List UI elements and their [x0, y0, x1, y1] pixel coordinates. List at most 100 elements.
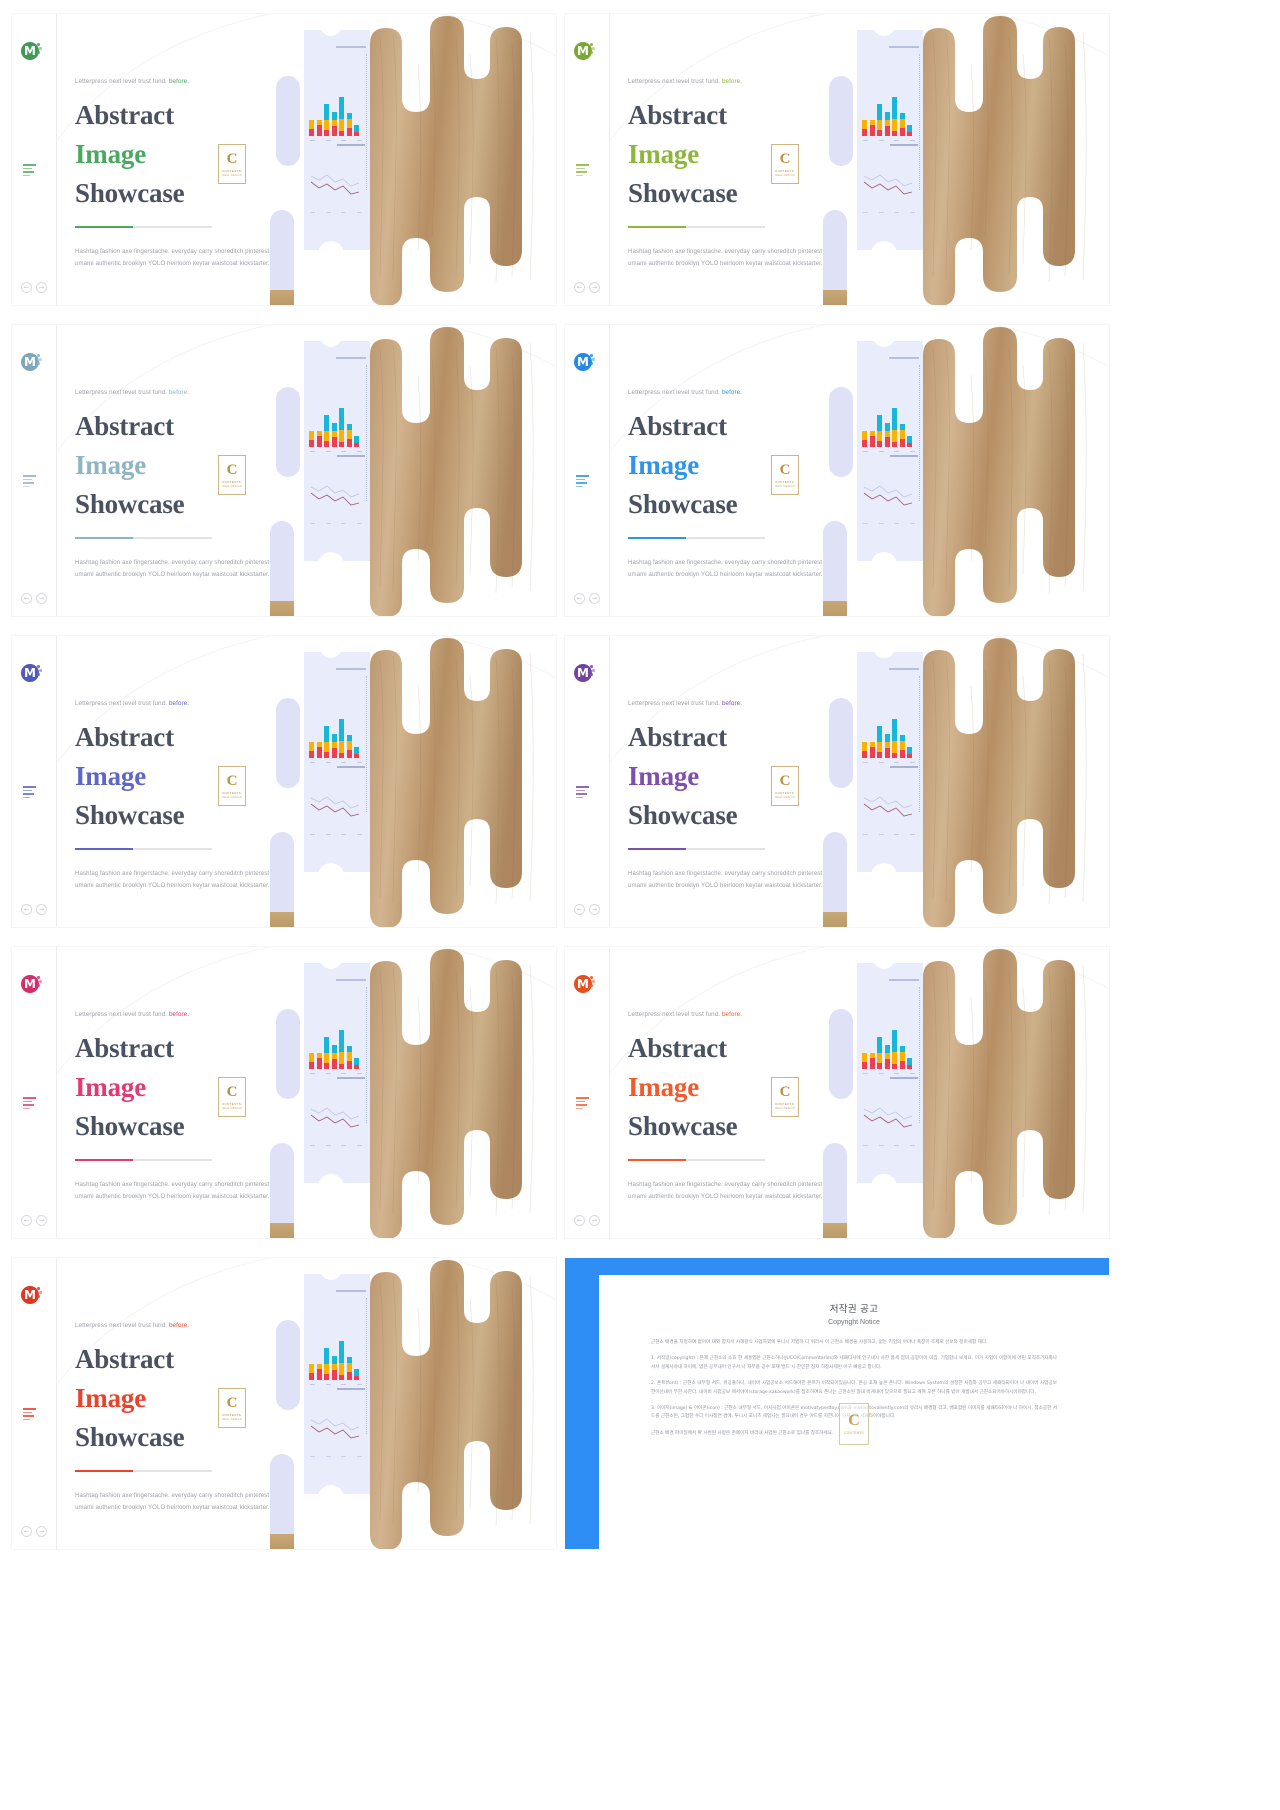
eyebrow-suffix: before. [720, 700, 743, 707]
nav-next-button[interactable]: → [589, 904, 600, 915]
rail-menu-icon[interactable] [576, 164, 590, 178]
rail-menu-icon[interactable] [23, 164, 37, 178]
rail-menu-icon[interactable] [576, 475, 590, 489]
eyebrow-prefix: Letterpress next level trust fund. [75, 78, 168, 85]
nav-next-button[interactable]: → [36, 1215, 47, 1226]
slide-left-rail: M [12, 947, 57, 1238]
slide-left-rail: M [12, 325, 57, 616]
accent-divider: .rule-8::before{background:#e8432e} [75, 1470, 212, 1472]
nav-prev-button[interactable]: ← [21, 1215, 32, 1226]
nav-next-button[interactable]: → [589, 282, 600, 293]
rail-menu-icon[interactable] [23, 786, 37, 800]
eyebrow-prefix: Letterpress next level trust fund. [75, 700, 168, 707]
nav-next-button[interactable]: → [589, 593, 600, 604]
wood-texture-shape [370, 638, 534, 927]
headline-line-2: Image [628, 761, 699, 791]
nav-next-button[interactable]: → [589, 1215, 600, 1226]
divider-accent-fill [628, 1159, 686, 1161]
nav-prev-button[interactable]: ← [21, 593, 32, 604]
brand-logo[interactable]: M [574, 42, 596, 64]
card-axis [366, 1298, 367, 1434]
blurb-line-1: Hashtag fashion axe fingerstache. everyd… [628, 248, 823, 255]
slide-card-red[interactable]: M ← → Letterpress next level trust fund.… [12, 1258, 556, 1549]
divider-accent-fill [628, 226, 686, 228]
nav-prev-button[interactable]: ← [21, 282, 32, 293]
nav-prev-button[interactable]: ← [21, 1526, 32, 1537]
slide-blurb: Hashtag fashion axe fingerstache. everyd… [628, 557, 843, 581]
nav-next-button[interactable]: → [36, 1526, 47, 1537]
eyebrow-prefix: Letterpress next level trust fund. [628, 700, 721, 707]
slide-card-orange[interactable]: M ← → Letterpress next level trust fund.… [565, 947, 1109, 1238]
nav-prev-button[interactable]: ← [574, 282, 585, 293]
nav-prev-button[interactable]: ← [574, 1215, 585, 1226]
slide-nav-controls[interactable]: ← → [574, 904, 600, 915]
rail-menu-icon[interactable] [576, 786, 590, 800]
nav-next-button[interactable]: → [36, 593, 47, 604]
blurb-line-1: Hashtag fashion axe fingerstache. everyd… [75, 559, 270, 566]
nav-next-button[interactable]: → [36, 282, 47, 293]
slide-nav-controls[interactable]: ← → [21, 593, 47, 604]
card-axis [366, 987, 367, 1123]
eyebrow-suffix: before. [167, 78, 190, 85]
slide-nav-controls[interactable]: ← → [21, 282, 47, 293]
slide-nav-controls[interactable]: ← → [574, 1215, 600, 1226]
nav-prev-button[interactable]: ← [574, 593, 585, 604]
rail-menu-icon[interactable] [23, 1408, 37, 1422]
headline-line-3: Showcase [75, 800, 185, 830]
eyebrow-suffix: before. [720, 1011, 743, 1018]
nav-next-button[interactable]: → [36, 904, 47, 915]
slide-nav-controls[interactable]: ← → [574, 282, 600, 293]
card-title-bar [336, 1290, 366, 1292]
brand-logo[interactable]: M [574, 353, 596, 375]
rail-menu-icon[interactable] [23, 1097, 37, 1111]
slide-eyebrow: Letterpress next level trust fund. befor… [75, 389, 325, 396]
card-subtitle-bar [890, 144, 918, 146]
brand-logo[interactable]: M [21, 353, 43, 375]
slide-headline: Abstract Image Showcase [628, 96, 878, 213]
slide-nav-controls[interactable]: ← → [21, 1526, 47, 1537]
rail-menu-icon[interactable] [576, 1097, 590, 1111]
brand-logo[interactable]: M [21, 1286, 43, 1308]
chart-bar [354, 1058, 359, 1069]
blurb-line-2: umami authentic brooklyn YOLO heirloom k… [75, 1504, 270, 1511]
slide-nav-controls[interactable]: ← → [21, 1215, 47, 1226]
chart-bar [331, 1045, 337, 1069]
wood-artwork [913, 636, 1109, 927]
brand-logo[interactable]: M [574, 664, 596, 686]
nav-prev-button[interactable]: ← [574, 904, 585, 915]
chart-bar [884, 734, 890, 758]
brand-logo[interactable]: M [21, 42, 43, 64]
rail-menu-icon[interactable] [23, 475, 37, 489]
chart-bar [892, 408, 897, 447]
slide-card-blue[interactable]: M ← → Letterpress next level trust fund.… [565, 325, 1109, 616]
watermark-label: CONTENTS [844, 1431, 864, 1435]
slide-grid: M ← → Letterpress next level trust fund.… [12, 14, 1266, 1549]
brand-logo[interactable]: M [21, 664, 43, 686]
headline-line-1: Abstract [628, 722, 727, 752]
copyright-band [599, 1451, 1109, 1549]
slide-card-olive-green[interactable]: M ← → Letterpress next level trust fund.… [565, 14, 1109, 305]
slide-copy-block: Letterpress next level trust fund. befor… [628, 78, 878, 270]
wood-artwork [913, 325, 1109, 616]
slide-nav-controls[interactable]: ← → [574, 593, 600, 604]
slide-card-purple[interactable]: M ← → Letterpress next level trust fund.… [565, 636, 1109, 927]
blurb-line-2: umami authentic brooklyn YOLO heirloom k… [75, 260, 270, 267]
eyebrow-prefix: Letterpress next level trust fund. [75, 389, 168, 396]
card-axis [919, 676, 920, 812]
chart-bar [346, 735, 352, 758]
slide-card-green[interactable]: M ← → Letterpress next level trust fund.… [12, 14, 556, 305]
card-title-bar [889, 668, 919, 670]
divider-accent-fill [628, 537, 686, 539]
slide-card-steel-blue[interactable]: M ← → Letterpress next level trust fund.… [12, 325, 556, 616]
card-title-bar [889, 979, 919, 981]
card-title-bar [336, 357, 366, 359]
brand-logo[interactable]: M [21, 975, 43, 997]
slide-blurb: Hashtag fashion axe fingerstache. everyd… [75, 1490, 290, 1514]
nav-prev-button[interactable]: ← [21, 904, 32, 915]
slide-card-pink[interactable]: M ← → Letterpress next level trust fund.… [12, 947, 556, 1238]
brand-logo[interactable]: M [574, 975, 596, 997]
slide-copy-block: Letterpress next level trust fund. befor… [75, 389, 325, 581]
slide-card-indigo[interactable]: M ← → Letterpress next level trust fund.… [12, 636, 556, 927]
slide-nav-controls[interactable]: ← → [21, 904, 47, 915]
headline-line-1: Abstract [75, 100, 174, 130]
